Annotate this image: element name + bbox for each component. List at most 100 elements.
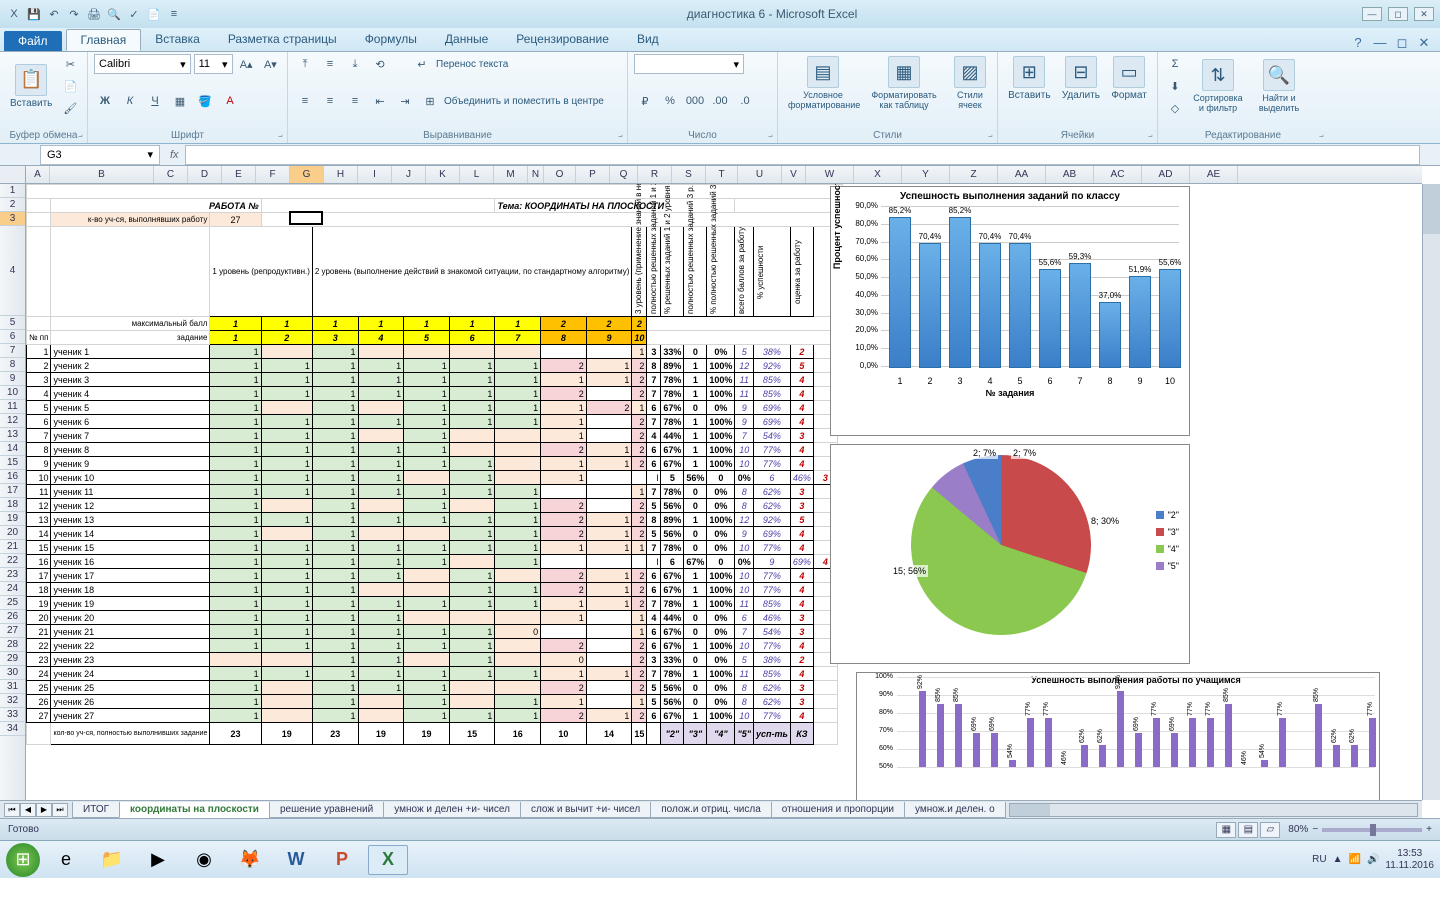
column-header[interactable]: Y — [902, 166, 950, 183]
comma-button[interactable]: 000 — [684, 91, 706, 111]
merge-button[interactable]: ⊞ — [419, 91, 441, 111]
start-button[interactable]: ⊞ — [6, 843, 40, 877]
zoom-level[interactable]: 80% — [1288, 824, 1308, 835]
border-button[interactable]: ▦ — [169, 91, 191, 111]
column-header[interactable]: U — [738, 166, 782, 183]
insert-cells-button[interactable]: ⊞Вставить — [1004, 54, 1054, 103]
row-header[interactable]: 2 — [0, 198, 25, 212]
zoom-in-button[interactable]: + — [1426, 824, 1432, 835]
chart-student-success[interactable]: Успешность выполнения работы по учащимся… — [856, 672, 1380, 800]
row-header[interactable]: 13 — [0, 428, 25, 442]
row-header[interactable]: 26 — [0, 610, 25, 624]
indent-inc-button[interactable]: ⇥ — [394, 91, 416, 111]
row-header[interactable]: 16 — [0, 470, 25, 484]
paste-button[interactable]: 📋Вставить — [6, 62, 56, 111]
chart-grades-pie[interactable]: 2; 7%2; 7%8; 30%15; 56%"2""3""4""5" — [830, 444, 1190, 664]
column-header[interactable]: J — [392, 166, 426, 183]
row-header[interactable]: 6 — [0, 330, 25, 344]
font-color-button[interactable]: A — [219, 91, 241, 111]
qat-button[interactable]: 💾 — [26, 6, 42, 22]
align-right-button[interactable]: ≡ — [344, 91, 366, 111]
row-header[interactable]: 17 — [0, 484, 25, 498]
format-painter-button[interactable]: 🖌 — [59, 98, 81, 118]
qat-button[interactable]: ≡ — [166, 6, 182, 22]
word-icon[interactable]: W — [276, 845, 316, 875]
column-header[interactable]: N — [528, 166, 544, 183]
ribbon-tab[interactable]: Данные — [431, 29, 502, 51]
window-control-button[interactable]: ◻ — [1388, 7, 1408, 21]
column-header[interactable]: X — [854, 166, 902, 183]
dec-decimal-button[interactable]: .0 — [734, 91, 756, 111]
row-header[interactable]: 7 — [0, 344, 25, 358]
page-layout-button[interactable]: ▤ — [1238, 822, 1258, 838]
qat-button[interactable]: 🔍 — [106, 6, 122, 22]
column-header[interactable]: AA — [998, 166, 1046, 183]
powerpoint-icon[interactable]: P — [322, 845, 362, 875]
column-header[interactable]: AE — [1190, 166, 1238, 183]
name-box[interactable]: G3▾ — [40, 145, 160, 165]
sheet-tab[interactable]: умнож.и делен. о — [904, 802, 1006, 818]
row-header[interactable]: 24 — [0, 582, 25, 596]
help-icon[interactable]: ? — [1350, 35, 1366, 51]
column-header[interactable]: A — [26, 166, 50, 183]
row-header[interactable]: 10 — [0, 386, 25, 400]
find-select-button[interactable]: 🔍Найти и выделить — [1250, 57, 1308, 115]
formula-input[interactable] — [185, 145, 1420, 165]
cond-format-button[interactable]: ▤Условное форматирование — [784, 54, 862, 112]
clear-button[interactable]: ◇ — [1164, 98, 1186, 118]
align-bottom-button[interactable]: ⤓ — [344, 54, 366, 74]
sheet-tab[interactable]: полож.и отриц. числа — [650, 802, 772, 818]
column-header[interactable]: K — [426, 166, 460, 183]
chrome-icon[interactable]: ◉ — [184, 845, 224, 875]
tray-sound-icon[interactable]: 🔊 — [1367, 854, 1379, 865]
row-header[interactable]: 18 — [0, 498, 25, 512]
qat-button[interactable]: ↷ — [66, 6, 82, 22]
qat-button[interactable]: ✓ — [126, 6, 142, 22]
tray-network-icon[interactable]: 📶 — [1349, 854, 1361, 865]
ribbon-tab[interactable]: Рецензирование — [502, 29, 623, 51]
sheet-tab[interactable]: решение уравнений — [269, 802, 384, 818]
bold-button[interactable]: Ж — [94, 91, 116, 111]
horizontal-scrollbar[interactable] — [1009, 803, 1418, 817]
sheet-tab[interactable]: координаты на плоскости — [119, 802, 270, 818]
inc-decimal-button[interactable]: .00 — [709, 91, 731, 111]
italic-button[interactable]: К — [119, 91, 141, 111]
row-header[interactable]: 11 — [0, 400, 25, 414]
column-header[interactable]: V — [782, 166, 806, 183]
ribbon-tab[interactable]: Вставка — [141, 29, 214, 51]
qat-button[interactable]: 🖨 — [86, 6, 102, 22]
column-header[interactable]: C — [154, 166, 188, 183]
tray-flag-icon[interactable]: ▲ — [1333, 854, 1343, 865]
row-header[interactable]: 8 — [0, 358, 25, 372]
row-header[interactable]: 1 — [0, 184, 25, 198]
column-header[interactable]: Q — [610, 166, 638, 183]
vertical-scrollbar[interactable] — [1422, 184, 1440, 800]
media-icon[interactable]: ▶ — [138, 845, 178, 875]
row-header[interactable]: 28 — [0, 638, 25, 652]
column-header[interactable]: T — [706, 166, 738, 183]
column-header[interactable]: H — [324, 166, 358, 183]
column-header[interactable]: W — [806, 166, 854, 183]
format-cells-button[interactable]: ▭Формат — [1107, 54, 1151, 103]
align-center-button[interactable]: ≡ — [319, 91, 341, 111]
font-size-select[interactable]: 11▾ — [194, 54, 233, 74]
minimize-ribbon-icon[interactable]: — — [1372, 35, 1388, 51]
column-header[interactable]: R — [638, 166, 672, 183]
fx-icon[interactable]: fx — [164, 149, 185, 161]
select-all-corner[interactable] — [0, 166, 26, 183]
percent-button[interactable]: % — [659, 91, 681, 111]
row-header[interactable]: 21 — [0, 540, 25, 554]
file-tab[interactable]: Файл — [4, 31, 62, 51]
qat-button[interactable]: X — [6, 6, 22, 22]
qat-button[interactable]: 📄 — [146, 6, 162, 22]
column-header[interactable]: D — [188, 166, 222, 183]
orientation-button[interactable]: ⟲ — [369, 54, 391, 74]
page-break-button[interactable]: ▱ — [1260, 822, 1280, 838]
currency-button[interactable]: ₽ — [634, 91, 656, 111]
column-header[interactable]: B — [50, 166, 154, 183]
copy-button[interactable]: 📄 — [59, 76, 81, 96]
grow-font-button[interactable]: A▴ — [236, 54, 257, 74]
ribbon-tab[interactable]: Разметка страницы — [214, 29, 351, 51]
qat-button[interactable]: ↶ — [46, 6, 62, 22]
ie-icon[interactable]: e — [46, 845, 86, 875]
